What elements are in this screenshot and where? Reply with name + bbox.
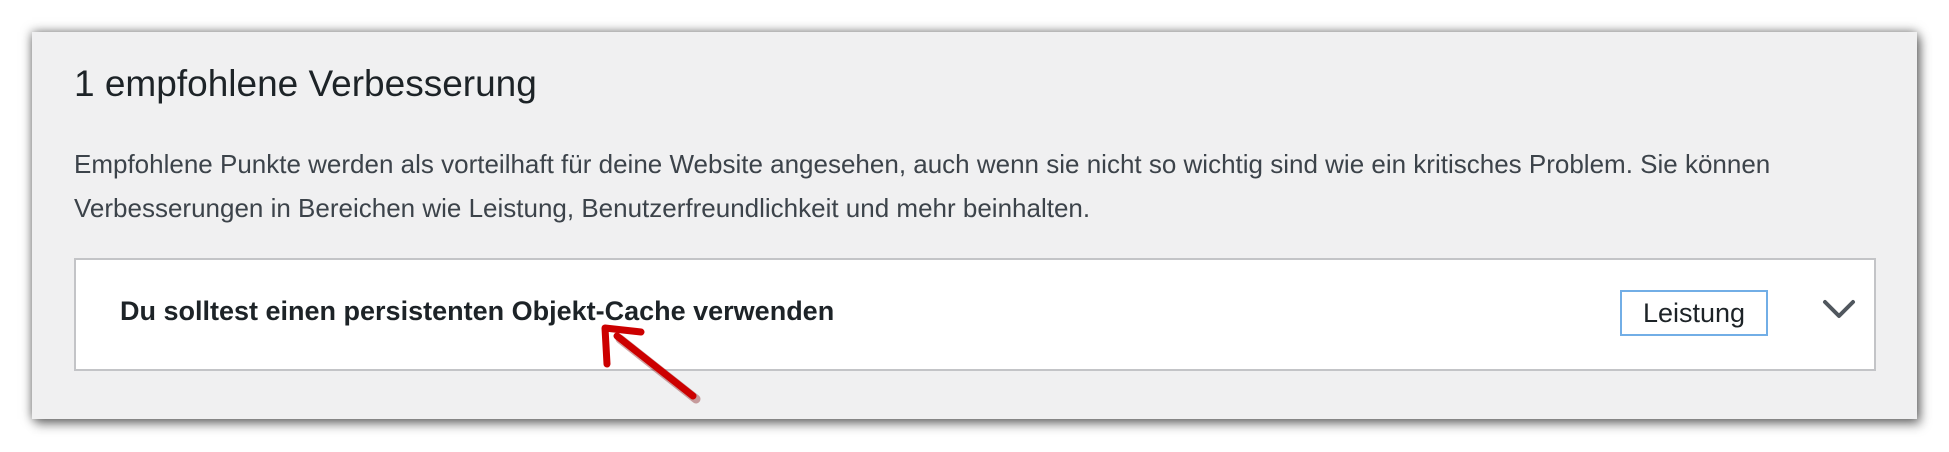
category-badge: Leistung	[1620, 290, 1768, 336]
chevron-down-icon[interactable]	[1821, 298, 1857, 322]
accordion-item-title[interactable]: Du solltest einen persistenten Objekt-Ca…	[120, 296, 834, 327]
section-description: Empfohlene Punkte werden als vorteilhaft…	[74, 149, 1771, 223]
section-title: 1 empfohlene Verbesserung	[74, 63, 537, 104]
accordion-item-object-cache[interactable]: Du solltest einen persistenten Objekt-Ca…	[74, 258, 1876, 371]
recommended-improvements-panel: 1 empfohlene Verbesserung Empfohlene Pun…	[32, 32, 1917, 419]
